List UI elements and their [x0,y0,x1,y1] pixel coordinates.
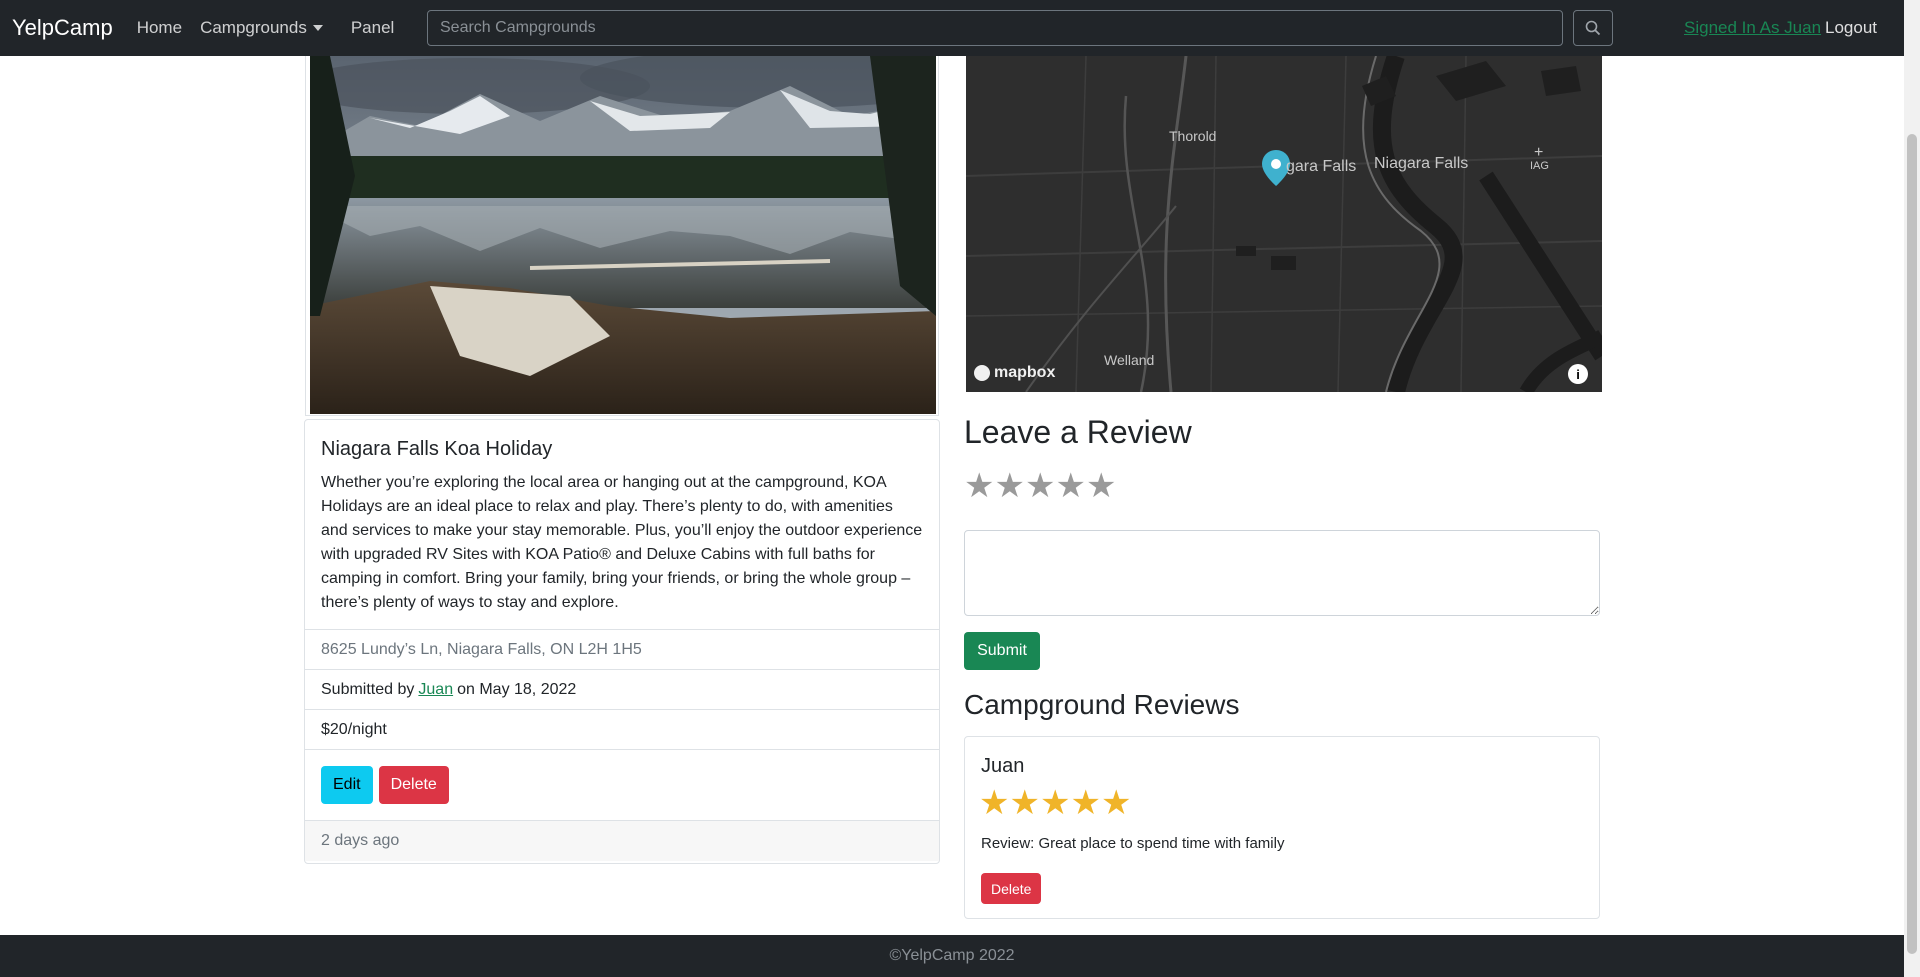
search-input[interactable] [427,10,1563,46]
leave-review-heading: Leave a Review [964,414,1192,450]
campground-actions: Edit Delete [305,749,939,820]
nav-panel[interactable]: Panel [351,18,394,38]
rating-star-3[interactable]: ★ [1025,468,1055,504]
review-author: Juan [981,755,1025,777]
map-info-button[interactable]: i [1568,364,1588,384]
map-label-marker-town: gara Falls [1286,158,1357,175]
mapbox-logo-icon [974,365,990,381]
rating-star-1[interactable]: ★ [964,468,994,504]
footer-text: ©YelpCamp 2022 [889,947,1015,964]
review-card: Juan ★ ★ ★ ★ ★ Review: Great place to sp… [964,736,1600,919]
campground-posted-time: 2 days ago [305,820,939,861]
star-icon: ★ [1070,784,1101,822]
airport-icon: + [1534,144,1544,161]
page-scrollbar[interactable] [1904,0,1920,977]
review-body-textarea[interactable] [964,530,1600,616]
campground-submitted-by: Submitted by Juan on May 18, 2022 [305,669,939,709]
star-icon: ★ [1039,784,1071,822]
rating-star-4[interactable]: ★ [1055,468,1085,504]
search-icon [1585,20,1601,36]
footer: ©YelpCamp 2022 [0,935,1904,977]
review-text: Review: Great place to spend time with f… [981,835,1285,852]
scrollbar-thumb[interactable] [1907,134,1917,954]
rating-star-5[interactable]: ★ [1086,468,1116,504]
submitted-prefix: Submitted by [321,680,415,698]
delete-button[interactable]: Delete [378,766,449,804]
brand-logo[interactable]: YelpCamp [12,15,113,41]
campground-description: Whether you’re exploring the local area … [321,474,923,611]
campground-location: 8625 Lundy’s Ln, Niagara Falls, ON L2H 1… [305,629,939,669]
submitted-date: on May 18, 2022 [457,680,577,698]
mapbox-attribution[interactable]: mapbox [974,364,1055,382]
campground-map[interactable]: Thorold gara Falls Niagara Falls IAG + W… [966,56,1602,392]
submit-review-button[interactable]: Submit [964,632,1040,670]
campground-card: Niagara Falls Koa Holiday Whether you’re… [304,419,940,864]
review-rating: ★ ★ ★ ★ ★ [979,785,1131,821]
map-roads [966,56,1602,392]
delete-review-button[interactable]: Delete [981,873,1042,904]
search-button[interactable] [1573,10,1613,46]
logout-link[interactable]: Logout [1825,18,1877,38]
map-label-welland: Welland [1104,352,1155,368]
star-icon: ★ [1100,784,1132,822]
rating-star-2[interactable]: ★ [994,468,1024,504]
map-label-thorold: Thorold [1169,128,1217,144]
nav-campgrounds-dropdown[interactable]: Campgrounds [200,18,323,38]
rating-input[interactable]: ★ ★ ★ ★ ★ [964,468,1116,504]
nav-campgrounds-label: Campgrounds [200,18,307,37]
star-icon: ★ [979,784,1010,822]
nav-home[interactable]: Home [137,18,182,38]
campground-photo [310,56,936,414]
star-icon: ★ [1009,784,1040,822]
campground-reviews-heading: Campground Reviews [964,689,1240,720]
campground-title: Niagara Falls Koa Holiday [321,438,553,460]
campground-image-frame [305,56,939,416]
mapbox-logo-text: mapbox [994,364,1056,381]
map-label-niagara-falls: Niagara Falls [1374,155,1469,172]
chevron-down-icon [312,25,323,31]
edit-button[interactable]: Edit [321,766,373,804]
signed-in-link[interactable]: Signed In As Juan [1684,18,1821,38]
campground-price: $20/night [305,709,939,749]
author-link[interactable]: Juan [418,681,453,699]
